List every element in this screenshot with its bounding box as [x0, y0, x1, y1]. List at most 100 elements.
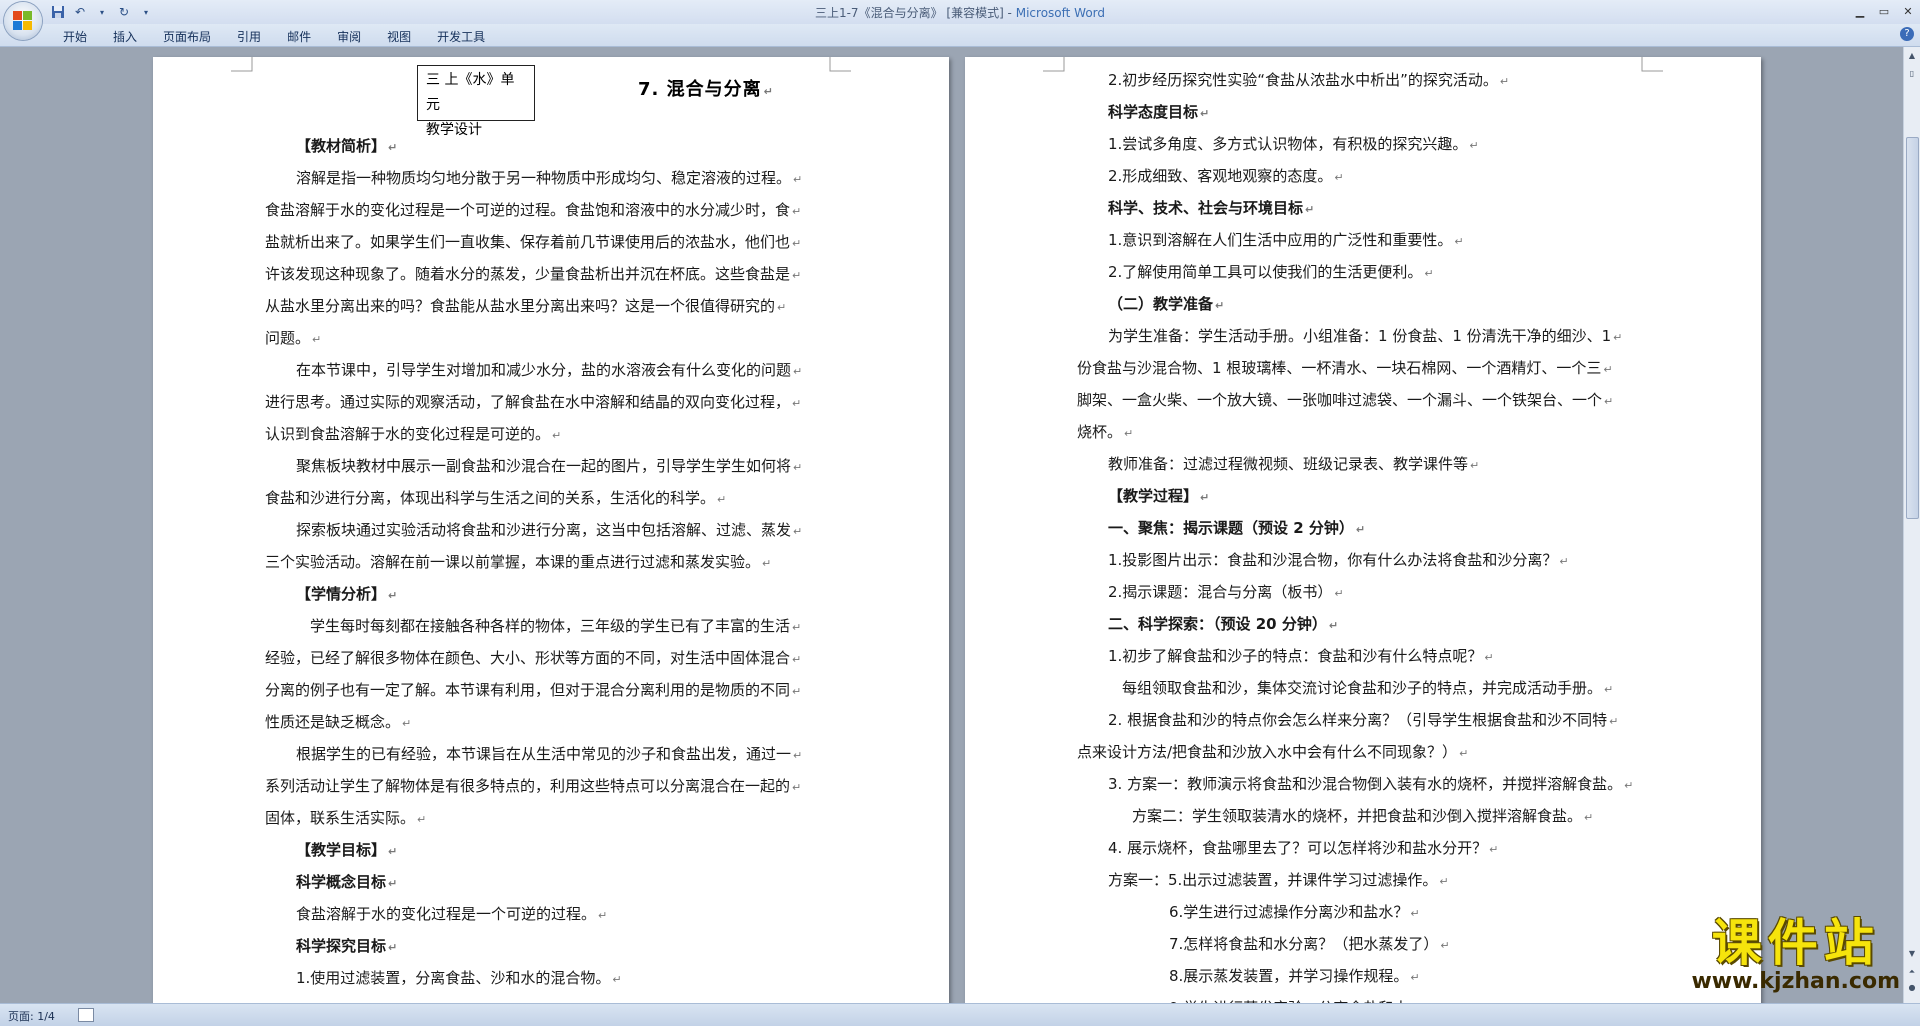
paragraph-text: 科学态度目标 — [1108, 103, 1199, 121]
paragraph-line: 根据学生的已有经验，本节课旨在从生活中常见的沙子和食盐出发，通过一 ↵ — [265, 739, 825, 771]
vertical-scrollbar[interactable]: ▲ ▯ ▼ ⏶ ● — [1903, 47, 1920, 1003]
paragraph-mark-icon: ↵ — [1484, 651, 1494, 664]
paragraph-mark-icon: ↵ — [1469, 139, 1479, 152]
paragraph-mark-icon: ↵ — [762, 557, 772, 570]
previous-page-icon[interactable]: ⏶ — [1905, 965, 1919, 979]
paragraph-text: 7.怎样将食盐和水分离？（把水蒸发了） — [1169, 935, 1439, 953]
paragraph-text: 食盐溶解于水的变化过程是一个可逆的过程。 — [296, 905, 597, 923]
paragraph-line: 7.怎样将食盐和水分离？（把水蒸发了） ↵ — [1077, 929, 1647, 961]
paragraph-mark-icon: ↵ — [402, 717, 412, 730]
paragraph-text: 【教学过程】 — [1108, 487, 1199, 505]
paragraph-mark-icon: ↵ — [388, 589, 398, 602]
paragraph-text: 三个实验活动。溶解在前一课以前掌握，本课的重点进行过滤和蒸发实验。 — [265, 553, 761, 571]
paragraph-line: 【教学过程】 ↵ — [1077, 481, 1647, 513]
paragraph-line: 性质还是缺乏概念。 ↵ — [265, 707, 825, 739]
paragraph-line: 教师准备：过滤过程微视频、班级记录表、教学课件等 ↵ — [1077, 449, 1647, 481]
paragraph-mark-icon: ↵ — [1499, 75, 1510, 88]
tab-page-layout[interactable]: 页面布局 — [150, 27, 224, 46]
tab-references[interactable]: 引用 — [224, 27, 274, 46]
paragraph-mark-icon: ↵ — [1305, 203, 1315, 216]
margin-corner-mark — [231, 57, 253, 72]
paragraph-text: 方案一：5.出示过滤装置，并课件学习过滤操作。 — [1108, 871, 1438, 889]
paragraph-mark-icon: ↵ — [1440, 939, 1450, 952]
paragraph-line: 一、聚焦：揭示课题（预设 2 分钟） ↵ — [1077, 513, 1647, 545]
maximize-icon[interactable]: ▭ — [1872, 0, 1896, 22]
paragraph-line: 6.学生进行过滤操作分离沙和盐水？ ↵ — [1077, 897, 1647, 929]
paragraph-line: 科学概念目标 ↵ — [265, 867, 825, 899]
document-page-1[interactable]: 三 上《水》单元 教学设计 7. 混合与分离 ↵ 【教材简析】 ↵ 溶解是指一种物质均… — [153, 57, 949, 1003]
document-workspace: 三 上《水》单元 教学设计 7. 混合与分离 ↵ 【教材简析】 ↵ 溶解是指一种物质均… — [0, 47, 1904, 1003]
paragraph-mark-icon: ↵ — [793, 365, 803, 378]
paragraph-text: 科学探究目标 — [296, 937, 387, 955]
paragraph-mark-icon: ↵ — [1603, 363, 1613, 376]
paragraph-line: 食盐和沙进行分离，体现出科学与生活之间的关系，生活化的科学。 ↵ — [265, 483, 825, 515]
paragraph-text: 溶解是指一种物质均匀地分散于另一种物质中形成均匀、稳定溶液的过程。 — [296, 169, 792, 187]
paragraph-line: 在本节课中，引导学生对增加和减少水分，盐的水溶液会有什么变化的问题 ↵ — [265, 355, 825, 387]
paragraph-text: 科学概念目标 — [296, 873, 387, 891]
paragraph-text: 教师准备：过滤过程微视频、班级记录表、教学课件等 — [1108, 455, 1469, 473]
paragraph-text: 2.初步经历探究性实验“食盐从浓盐水中析出”的探究活动。 — [1108, 71, 1498, 89]
tab-view[interactable]: 视图 — [374, 27, 424, 46]
paragraph-line: 1.初步了解食盐和沙子的特点：食盐和沙有什么特点呢？ ↵ — [1077, 641, 1647, 673]
paragraph-mark-icon: ↵ — [1424, 267, 1434, 280]
status-bar: 页面: 1/4 — [0, 1003, 1920, 1026]
paragraph-line: 探索板块通过实验活动将食盐和沙进行分离，这当中包括溶解、过滤、蒸发 ↵ — [265, 515, 825, 547]
paragraph-mark-icon: ↵ — [1334, 587, 1344, 600]
ribbon-tabs: 开始 插入 页面布局 引用 邮件 审阅 视图 开发工具 — [50, 27, 498, 46]
paragraph-text: 二、科学探索：（预设 20 分钟） — [1108, 615, 1327, 633]
paragraph-text: 探索板块通过实验活动将食盐和沙进行分离，这当中包括溶解、过滤、蒸发 — [296, 521, 792, 539]
paragraph-mark-icon: ↵ — [1470, 459, 1480, 472]
office-button[interactable] — [4, 2, 42, 40]
paragraph-mark-icon: ↵ — [1489, 843, 1499, 856]
minimize-icon[interactable]: ▁ — [1848, 0, 1872, 22]
paragraph-line: 3. 方案一：教师演示将食盐和沙混合物倒入装有水的烧杯，并搅拌溶解食盐。 ↵ — [1077, 769, 1647, 801]
paragraph-text: 问题。 — [265, 329, 311, 347]
scroll-up-icon[interactable]: ▲ — [1905, 49, 1919, 63]
paragraph-mark-icon: ↵ — [1328, 619, 1339, 632]
paragraph-line: 认识到食盐溶解于水的变化过程是可逆的。 ↵ — [265, 419, 825, 451]
paragraph-text: 每组领取食盐和沙，集体交流讨论食盐和沙子的特点，并完成活动手册。 — [1122, 679, 1603, 697]
paragraph-mark-icon: ↵ — [1559, 555, 1569, 568]
unit-label-box: 三 上《水》单元 教学设计 — [417, 65, 535, 138]
tab-home[interactable]: 开始 — [50, 27, 100, 46]
paragraph-text: 6.学生进行过滤操作分离沙和盐水？ — [1169, 903, 1409, 921]
paragraph-mark-icon: ↵ — [1454, 235, 1464, 248]
select-browse-object-icon[interactable]: ● — [1905, 981, 1919, 995]
paragraph-text: 进行思考。通过实际的观察活动，了解食盐在水中溶解和结晶的双向变化过程， — [265, 393, 791, 411]
tab-review[interactable]: 审阅 — [324, 27, 374, 46]
paragraph-mark-icon: ↵ — [793, 749, 803, 762]
scrollbar-thumb[interactable] — [1906, 137, 1919, 519]
paragraph-text: 2.揭示课题：混合与分离（板书） — [1108, 583, 1333, 601]
paragraph-mark-icon: ↵ — [792, 269, 802, 282]
paragraph-line: 方案二：学生领取装清水的烧杯，并把食盐和沙倒入搅拌溶解食盐。 ↵ — [1077, 801, 1647, 833]
ruler-toggle-icon[interactable]: ▯ — [1905, 67, 1919, 81]
paragraph-line: 脚架、一盒火柴、一个放大镜、一张咖啡过滤袋、一个漏斗、一个铁架台、一个 ↵ — [1077, 385, 1647, 417]
paragraph-text: 8.展示蒸发装置，并学习操作规程。 — [1169, 967, 1409, 985]
paragraph-text: 食盐和沙进行分离，体现出科学与生活之间的关系，生活化的科学。 — [265, 489, 716, 507]
help-icon[interactable]: ? — [1900, 27, 1914, 41]
proofing-icon[interactable] — [78, 1008, 94, 1022]
paragraph-text: 经验，已经了解很多物体在颜色、大小、形状等方面的不同，对生活中固体混合 — [265, 649, 791, 667]
paragraph-line: 科学态度目标 ↵ — [1077, 97, 1647, 129]
paragraph-mark-icon: ↵ — [1200, 107, 1210, 120]
paragraph-line: 份食盐与沙混合物、1 根玻璃棒、一杯清水、一块石棉网、一个酒精灯、一个三 ↵ — [1077, 353, 1647, 385]
paragraph-text: 份食盐与沙混合物、1 根玻璃棒、一杯清水、一块石棉网、一个酒精灯、一个三 — [1077, 359, 1602, 377]
paragraph-text: 学生每时每刻都在接触各种各样的物体，三年级的学生已有了丰富的生活 — [310, 617, 791, 635]
paragraph-line: 2.初步经历探究性实验“食盐从浓盐水中析出”的探究活动。 ↵ — [1077, 65, 1647, 97]
document-page-2[interactable]: 2.初步经历探究性实验“食盐从浓盐水中析出”的探究活动。 ↵ 科学态度目标 ↵ 1.尝试… — [965, 57, 1761, 1003]
paragraph-line: 聚焦板块教材中展示一副食盐和沙混合在一起的图片，引导学生学生如何将 ↵ — [265, 451, 825, 483]
paragraph-line: 方案一：5.出示过滤装置，并课件学习过滤操作。 ↵ — [1077, 865, 1647, 897]
scroll-down-icon[interactable]: ▼ — [1905, 947, 1919, 961]
paragraph-text: 许该发现这种现象了。随着水分的蒸发，少量食盐析出并沉在杯底。这些食盐是 — [265, 265, 791, 283]
tab-developer[interactable]: 开发工具 — [424, 27, 498, 46]
tab-insert[interactable]: 插入 — [100, 27, 150, 46]
page-1-text: 【教材简析】 ↵ 溶解是指一种物质均匀地分散于另一种物质中形成均匀、稳定溶液的过程。… — [265, 131, 825, 995]
margin-corner-mark — [829, 57, 851, 72]
tab-mailings[interactable]: 邮件 — [274, 27, 324, 46]
paragraph-mark-icon: ↵ — [792, 397, 802, 410]
status-page-count[interactable]: 页面: 1/4 — [8, 1008, 55, 1024]
paragraph-text: 固体，联系生活实际。 — [265, 809, 416, 827]
paragraph-text: 1.初步了解食盐和沙子的特点：食盐和沙有什么特点呢？ — [1108, 647, 1483, 665]
paragraph-mark-icon: ↵ — [1459, 747, 1469, 760]
close-icon[interactable]: ✕ — [1896, 0, 1920, 22]
